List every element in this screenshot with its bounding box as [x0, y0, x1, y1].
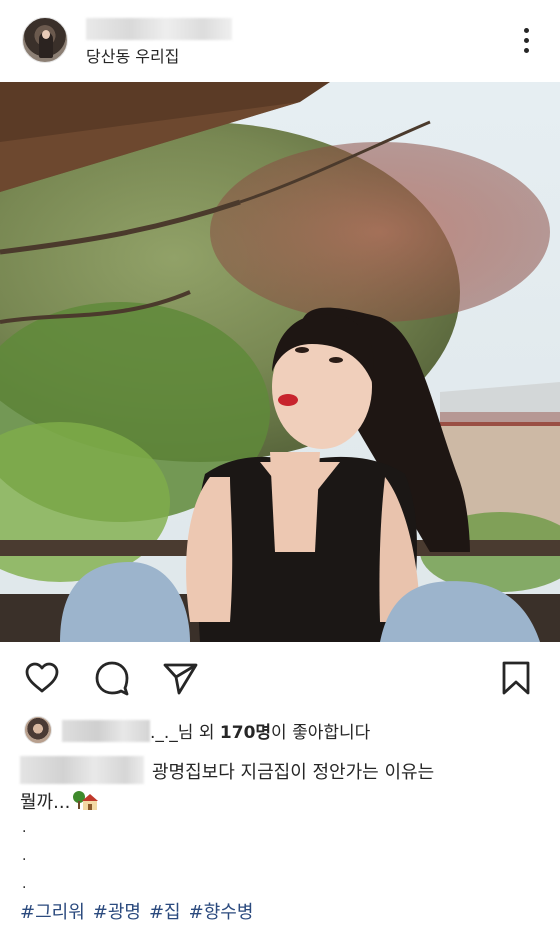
likes-suffix: 이 좋아합니다 — [271, 723, 371, 743]
comment-icon[interactable] — [92, 658, 132, 698]
bookmark-icon[interactable] — [496, 658, 536, 698]
hashtag-link[interactable]: #그리워 — [20, 902, 85, 923]
send-icon[interactable] — [160, 658, 200, 698]
caption-line-2-text: 뭘까... — [20, 792, 71, 813]
house-with-tree-emoji-icon — [72, 789, 99, 816]
likes-prefix: ._._님 외 — [150, 723, 220, 743]
caption-line-2: 뭘까... — [20, 788, 99, 816]
caption-line-1: 광명집보다 지금집이 정안가는 이유는 — [152, 762, 435, 783]
action-bar — [0, 642, 560, 712]
liker-username-blurred[interactable] — [62, 720, 150, 742]
likes-count[interactable]: 170명 — [220, 723, 271, 743]
caption-dot-2: . — [22, 848, 27, 864]
hashtag-link[interactable]: #광명 — [93, 902, 141, 923]
author-avatar[interactable] — [22, 17, 68, 63]
more-vertical-icon[interactable] — [516, 28, 536, 56]
author-username-blurred[interactable] — [86, 18, 232, 40]
caption-author-blurred[interactable] — [20, 756, 144, 784]
hashtag-list: #그리워 #광명 #집 #향수병 — [20, 898, 261, 924]
post-header: 당산동 우리집 — [0, 0, 560, 82]
liker-avatar[interactable] — [24, 716, 52, 744]
photo-illustration — [0, 82, 560, 642]
likes-summary[interactable]: ._._님 외 170명이 좋아합니다 — [150, 718, 370, 743]
hashtag-link[interactable]: #집 — [149, 902, 181, 923]
post-photo[interactable] — [0, 82, 560, 642]
avatar-face — [42, 30, 50, 39]
caption-dot-1: . — [22, 820, 27, 836]
caption-dot-3: . — [22, 876, 27, 892]
post-location[interactable]: 당산동 우리집 — [86, 43, 179, 67]
hashtag-link[interactable]: #향수병 — [189, 902, 254, 923]
heart-icon[interactable] — [22, 658, 62, 698]
